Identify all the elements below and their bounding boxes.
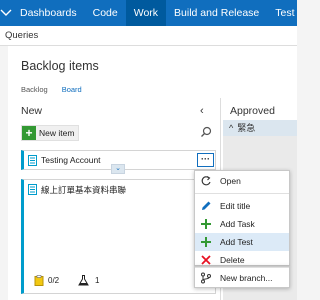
menu-separator [195,267,289,268]
card-title[interactable]: Testing Account [41,155,101,165]
nav-build-and-release[interactable]: Build and Release [166,0,267,26]
swimlane-label: 緊急 [237,123,256,133]
plus-icon [200,236,212,248]
more-options-button[interactable]: ··· [197,153,214,167]
view-tabs: Backlog Board [21,85,82,94]
nav-code[interactable]: Code [85,0,126,26]
tab-board[interactable]: Board [62,85,82,94]
menu-item-label: Open [220,176,241,186]
task-count-value: 0/2 [48,276,60,285]
open-icon [200,175,212,187]
test-count[interactable]: 1 [78,275,99,286]
search-icon[interactable] [200,126,212,138]
work-item-card[interactable]: Testing Account ⌄ ··· [21,150,216,174]
queries-link[interactable]: Queries [0,26,297,46]
page-title: Backlog items [21,59,99,73]
card-context-menu: Open Edit title Add Task Add Test Delete [194,170,290,266]
test-count-value: 1 [95,276,100,285]
plus-icon [200,218,212,230]
card-context-menu-continued: New branch... [194,266,290,288]
new-item-label: New item [39,128,75,138]
menu-item-add-task[interactable]: Add Task [195,215,289,233]
menu-item-label: Delete [220,255,245,265]
menu-item-label: Add Task [220,219,255,229]
menu-item-open[interactable]: Open [195,172,289,190]
task-count[interactable]: 0/2 [34,275,59,286]
expand-card-icon[interactable]: ⌄ [111,164,125,174]
menu-separator [195,193,289,194]
nav-dashboards[interactable]: Dashboards [12,0,85,26]
menu-item-edit-title[interactable]: Edit title [195,197,289,215]
collapse-column-icon[interactable]: ‹ [200,102,204,120]
column-header-new: New [21,105,43,117]
chevron-down-icon[interactable] [0,0,12,26]
new-item-button[interactable]: + New item [21,125,80,141]
card-title[interactable]: 線上訂單基本資料串聯 [41,184,126,196]
menu-item-label: Add Test [220,237,253,247]
caret-up-icon: ^ [229,123,234,133]
menu-item-add-test[interactable]: Add Test [195,233,289,251]
column-header-approved: Approved [230,105,275,117]
plus-icon: + [22,126,36,140]
menu-item-label: Edit title [220,201,251,211]
tab-backlog[interactable]: Backlog [21,85,48,94]
flask-icon [78,275,89,286]
branch-icon [200,272,212,284]
menu-item-new-branch[interactable]: New branch... [195,269,289,287]
nav-work[interactable]: Work [125,0,167,26]
clipboard-icon [34,275,44,286]
x-icon [200,254,212,266]
pencil-icon [200,200,212,212]
nav-test[interactable]: Test [267,0,302,26]
top-nav: Dashboards Code Work Build and Release T… [0,0,297,26]
work-item-card[interactable]: 線上訂單基本資料串聯 0/2 1 [21,179,216,294]
swimlane-header[interactable]: ^ 緊急 [223,120,297,136]
backlog-item-icon [28,184,37,195]
menu-item-label: New branch... [220,273,273,283]
backlog-item-icon [28,155,37,166]
